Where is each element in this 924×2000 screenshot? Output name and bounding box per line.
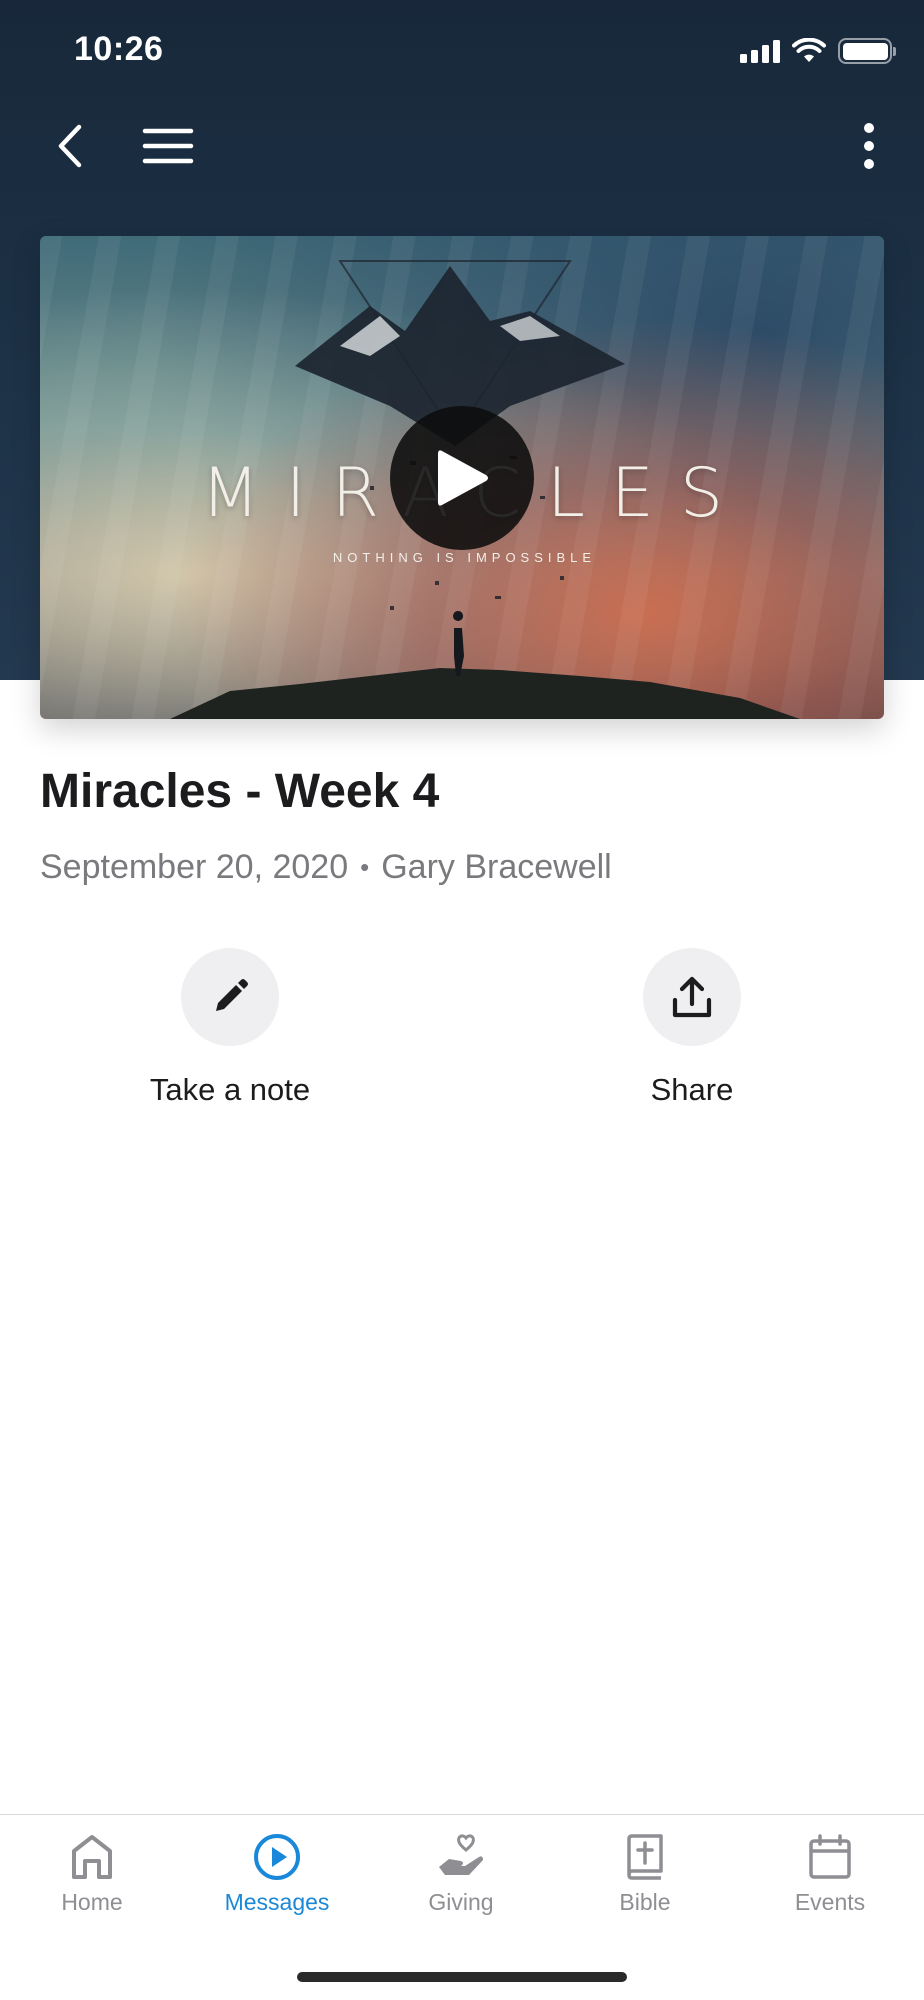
play-circle-icon (254, 1834, 300, 1880)
share-icon-circle[interactable] (643, 948, 741, 1046)
tab-events-label: Events (794, 1889, 866, 1915)
more-options-button[interactable] (844, 114, 894, 178)
share-label: Share (650, 1072, 734, 1107)
calendar-icon (809, 1834, 851, 1879)
pencil-icon (216, 979, 248, 1011)
status-time: 10:26 (74, 30, 164, 68)
giving-hand-icon (439, 1834, 483, 1875)
more-vertical-icon (864, 123, 874, 169)
chevron-left-icon (58, 124, 82, 168)
play-icon (438, 450, 488, 506)
tab-messages[interactable]: Messages (207, 1833, 347, 1916)
status-icons (740, 36, 896, 66)
message-speaker: Gary Bracewell (381, 848, 612, 886)
artwork-subtitle-text: NOTHING IS IMPOSSIBLE (332, 550, 597, 565)
tab-bible-label: Bible (619, 1889, 671, 1915)
home-indicator[interactable] (297, 1972, 627, 1982)
cellular-signal-icon (740, 39, 780, 63)
home-icon (72, 1835, 112, 1879)
message-title: Miracles - Week 4 (40, 765, 440, 818)
share-button[interactable]: Share (562, 948, 822, 1108)
battery-icon (838, 38, 896, 64)
tab-messages-label: Messages (224, 1889, 330, 1915)
tab-giving[interactable]: Giving (391, 1833, 531, 1916)
tab-home-label: Home (61, 1889, 123, 1915)
take-note-label: Take a note (149, 1072, 311, 1107)
wifi-icon (792, 38, 826, 62)
message-detail-screen: 10:26 NOTHING IS IMPOSSIBLE Miracles - W… (0, 0, 924, 2000)
share-icon (672, 976, 712, 1018)
play-button[interactable] (390, 406, 534, 550)
message-meta: September 20, 2020 • Gary Bracewell (40, 848, 612, 887)
tab-giving-label: Giving (428, 1889, 494, 1915)
message-date: September 20, 2020 (40, 848, 349, 886)
video-player[interactable]: MIRACLES NOTHING IS IMPOSSIBLE (40, 236, 884, 719)
take-note-icon-circle[interactable] (181, 948, 279, 1046)
take-note-button[interactable]: Take a note (100, 948, 360, 1108)
tab-bible[interactable]: Bible (575, 1833, 715, 1916)
back-button[interactable] (42, 114, 98, 178)
hamburger-menu-icon (142, 128, 194, 164)
meta-separator: • (360, 852, 370, 882)
tab-events[interactable]: Events (760, 1833, 900, 1916)
menu-button[interactable] (136, 114, 200, 178)
tab-home[interactable]: Home (22, 1833, 162, 1916)
bible-icon (627, 1834, 663, 1880)
